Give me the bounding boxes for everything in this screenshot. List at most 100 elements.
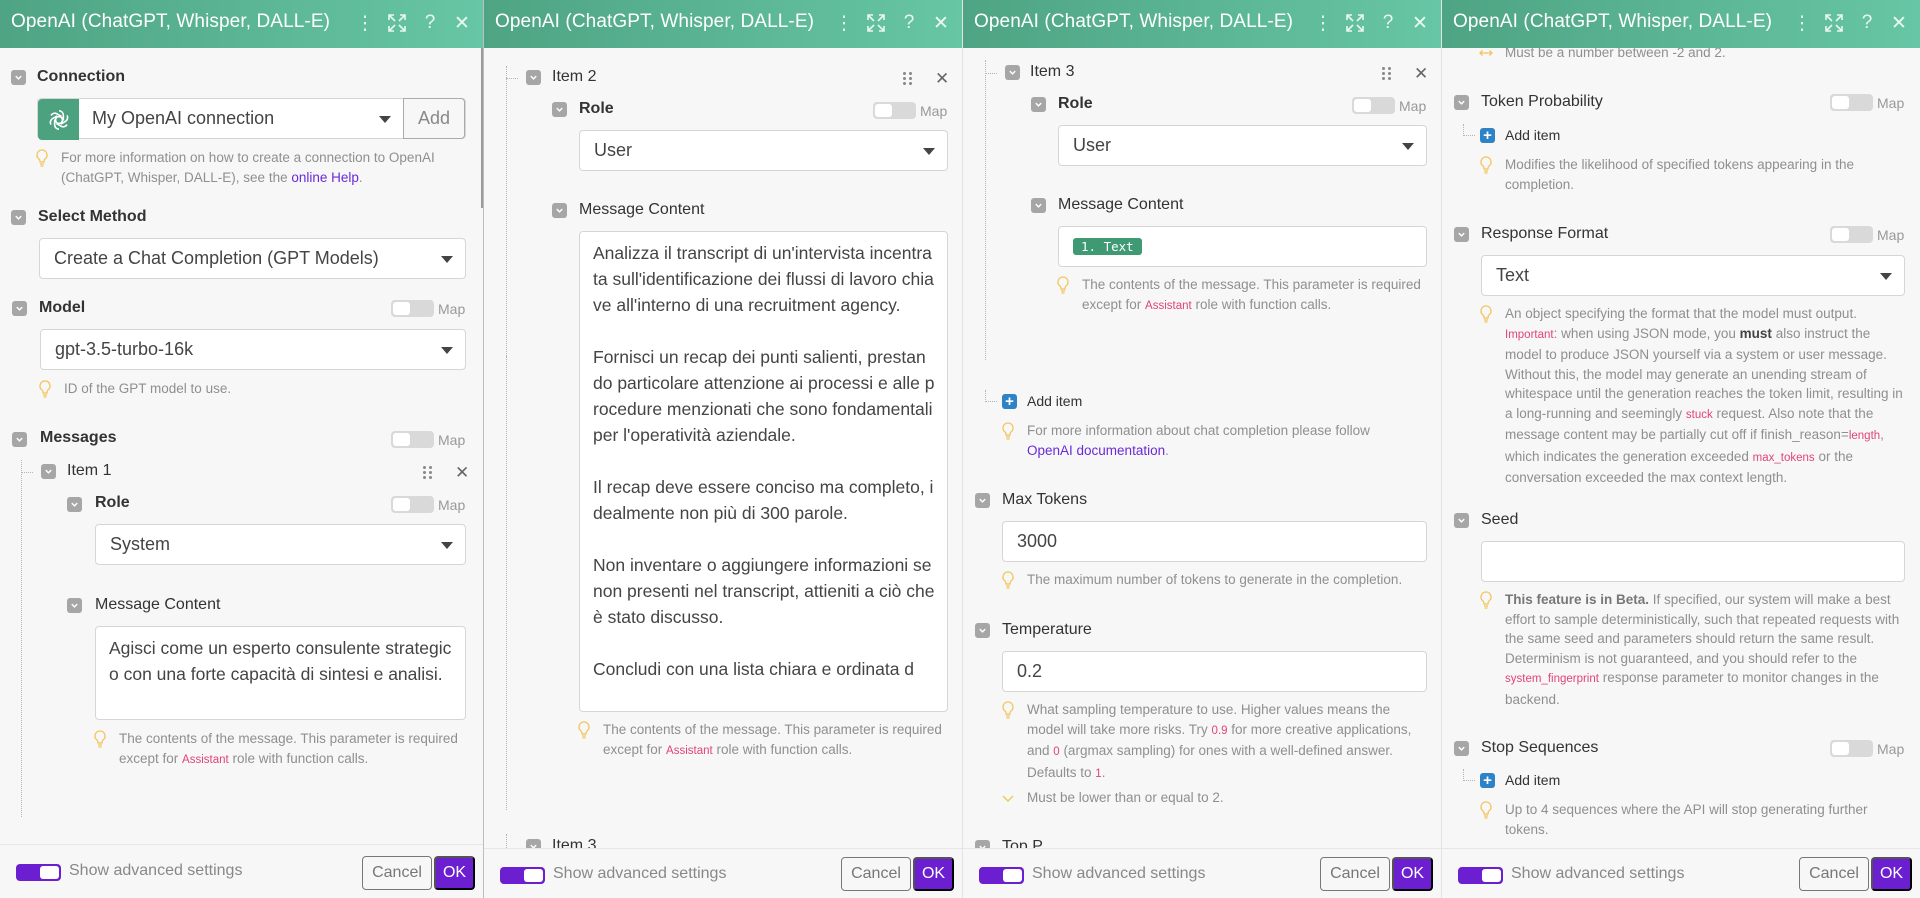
max-tokens-input[interactable]: 3000: [1002, 521, 1427, 562]
collapse-messages-toggle[interactable]: [12, 432, 27, 447]
map-switch[interactable]: [873, 102, 916, 119]
expand-icon[interactable]: [386, 11, 408, 35]
role-map-toggle[interactable]: Map: [391, 496, 465, 513]
messages-map-toggle[interactable]: Map: [391, 431, 465, 448]
ok-button[interactable]: OK: [913, 857, 954, 891]
scrollbar[interactable]: [481, 48, 483, 208]
collapse-role-toggle[interactable]: [552, 102, 567, 117]
chevron-down-icon: [1002, 795, 1014, 802]
connection-select[interactable]: My OpenAI connection Add: [37, 98, 466, 140]
plus-icon: +: [1480, 127, 1495, 143]
collapse-method-toggle[interactable]: [11, 210, 26, 225]
map-switch[interactable]: [391, 431, 434, 448]
more-vertical-icon[interactable]: ⋮: [1312, 11, 1334, 35]
map-switch[interactable]: [1830, 226, 1873, 243]
close-icon[interactable]: ✕: [1409, 11, 1431, 35]
model-select[interactable]: gpt-3.5-turbo-16k: [40, 329, 466, 370]
cancel-button[interactable]: Cancel: [1320, 857, 1390, 891]
more-vertical-icon[interactable]: ⋮: [1791, 11, 1813, 35]
ok-button[interactable]: OK: [1392, 857, 1433, 891]
collapse-connection-toggle[interactable]: [11, 70, 26, 85]
collapse-seed-toggle[interactable]: [1454, 513, 1469, 528]
method-select[interactable]: Create a Chat Completion (GPT Models): [39, 238, 466, 279]
token-probability-map-toggle[interactable]: Map: [1830, 94, 1904, 111]
ok-button[interactable]: OK: [1871, 857, 1912, 891]
token-probability-help: Modifies the likelihood of specified tok…: [1480, 155, 1900, 194]
drag-handle-icon[interactable]: [903, 71, 913, 86]
expand-icon[interactable]: [865, 11, 887, 35]
advanced-settings-toggle[interactable]: [979, 867, 1024, 884]
collapse-response-format-toggle[interactable]: [1454, 227, 1469, 242]
cancel-button[interactable]: Cancel: [841, 857, 911, 891]
help-icon[interactable]: ?: [419, 11, 441, 35]
cancel-button[interactable]: Cancel: [362, 856, 432, 890]
more-vertical-icon[interactable]: ⋮: [833, 11, 855, 35]
collapse-token-probability-toggle[interactable]: [1454, 95, 1469, 110]
add-token-probability-item-button[interactable]: + Add item: [1480, 127, 1560, 143]
more-vertical-icon[interactable]: ⋮: [354, 11, 376, 35]
cancel-button[interactable]: Cancel: [1799, 857, 1869, 891]
collapse-max-tokens-toggle[interactable]: [975, 493, 990, 508]
remove-item-icon[interactable]: ✕: [935, 70, 949, 87]
item1-role-label: Role: [95, 494, 130, 511]
collapse-content-toggle[interactable]: [67, 598, 82, 613]
advanced-settings-toggle[interactable]: [500, 867, 545, 884]
lightbulb-icon: [1057, 276, 1069, 294]
map-switch[interactable]: [1352, 97, 1395, 114]
collapse-stop-sequences-toggle[interactable]: [1454, 741, 1469, 756]
close-icon[interactable]: ✕: [930, 11, 952, 35]
drag-handle-icon[interactable]: [1382, 66, 1392, 81]
model-map-toggle[interactable]: Map: [391, 300, 465, 317]
item1-content-textarea[interactable]: Agisci come un esperto consulente strate…: [95, 626, 466, 720]
drag-handle-icon[interactable]: [423, 465, 433, 480]
role-map-toggle[interactable]: Map: [873, 102, 947, 119]
help-icon[interactable]: ?: [1856, 11, 1878, 35]
response-format-map-toggle[interactable]: Map: [1830, 226, 1904, 243]
collapse-content-toggle[interactable]: [552, 203, 567, 218]
item2-content-textarea[interactable]: Analizza il transcript di un'intervista …: [579, 231, 948, 712]
stop-sequences-map-toggle[interactable]: Map: [1830, 740, 1904, 757]
seed-input[interactable]: [1481, 541, 1905, 582]
advanced-settings-label: Show advanced settings: [1032, 865, 1206, 882]
map-switch[interactable]: [391, 300, 434, 317]
mapped-variable-pill[interactable]: 1. Text: [1073, 238, 1142, 255]
advanced-settings-toggle[interactable]: [1458, 867, 1503, 884]
collapse-item1-toggle[interactable]: [41, 464, 56, 479]
role-map-toggle[interactable]: Map: [1352, 97, 1426, 114]
remove-item-icon[interactable]: ✕: [1414, 65, 1428, 82]
help-icon[interactable]: ?: [1377, 11, 1399, 35]
collapse-content-toggle[interactable]: [1031, 198, 1046, 213]
item3-content-help: The contents of the message. This parame…: [1057, 275, 1422, 316]
remove-item-icon[interactable]: ✕: [455, 464, 469, 481]
add-message-item-button[interactable]: + Add item: [1002, 393, 1082, 409]
collapse-temperature-toggle[interactable]: [975, 623, 990, 638]
model-help: ID of the GPT model to use.: [39, 379, 464, 399]
advanced-settings-toggle[interactable]: [16, 864, 61, 881]
map-switch[interactable]: [391, 496, 434, 513]
help-icon[interactable]: ?: [898, 11, 920, 35]
online-help-link[interactable]: online Help: [291, 170, 359, 185]
response-format-select[interactable]: Text: [1481, 255, 1905, 296]
role-value: User: [1073, 135, 1112, 155]
expand-icon[interactable]: [1823, 11, 1845, 35]
collapse-role-toggle[interactable]: [1031, 97, 1046, 112]
openai-documentation-link[interactable]: OpenAI documentation: [1027, 443, 1165, 458]
add-connection-button[interactable]: Add: [403, 98, 465, 139]
item1-role-select[interactable]: System: [95, 524, 466, 565]
add-stop-sequence-item-button[interactable]: + Add item: [1480, 772, 1560, 788]
collapse-item3-toggle[interactable]: [1005, 65, 1020, 80]
item2-role-select[interactable]: User: [579, 130, 948, 171]
collapse-role-toggle[interactable]: [67, 497, 82, 512]
temperature-input[interactable]: 0.2: [1002, 651, 1427, 692]
panel-title: OpenAI (ChatGPT, Whisper, DALL-E): [974, 11, 1294, 32]
collapse-model-toggle[interactable]: [12, 301, 27, 316]
expand-icon[interactable]: [1344, 11, 1366, 35]
item3-role-select[interactable]: User: [1058, 125, 1427, 166]
collapse-item2-toggle[interactable]: [526, 70, 541, 85]
map-switch[interactable]: [1830, 740, 1873, 757]
item3-content-input[interactable]: 1. Text: [1058, 226, 1427, 267]
close-icon[interactable]: ✕: [1888, 11, 1910, 35]
map-switch[interactable]: [1830, 94, 1873, 111]
ok-button[interactable]: OK: [434, 856, 475, 890]
close-icon[interactable]: ✕: [451, 11, 473, 35]
